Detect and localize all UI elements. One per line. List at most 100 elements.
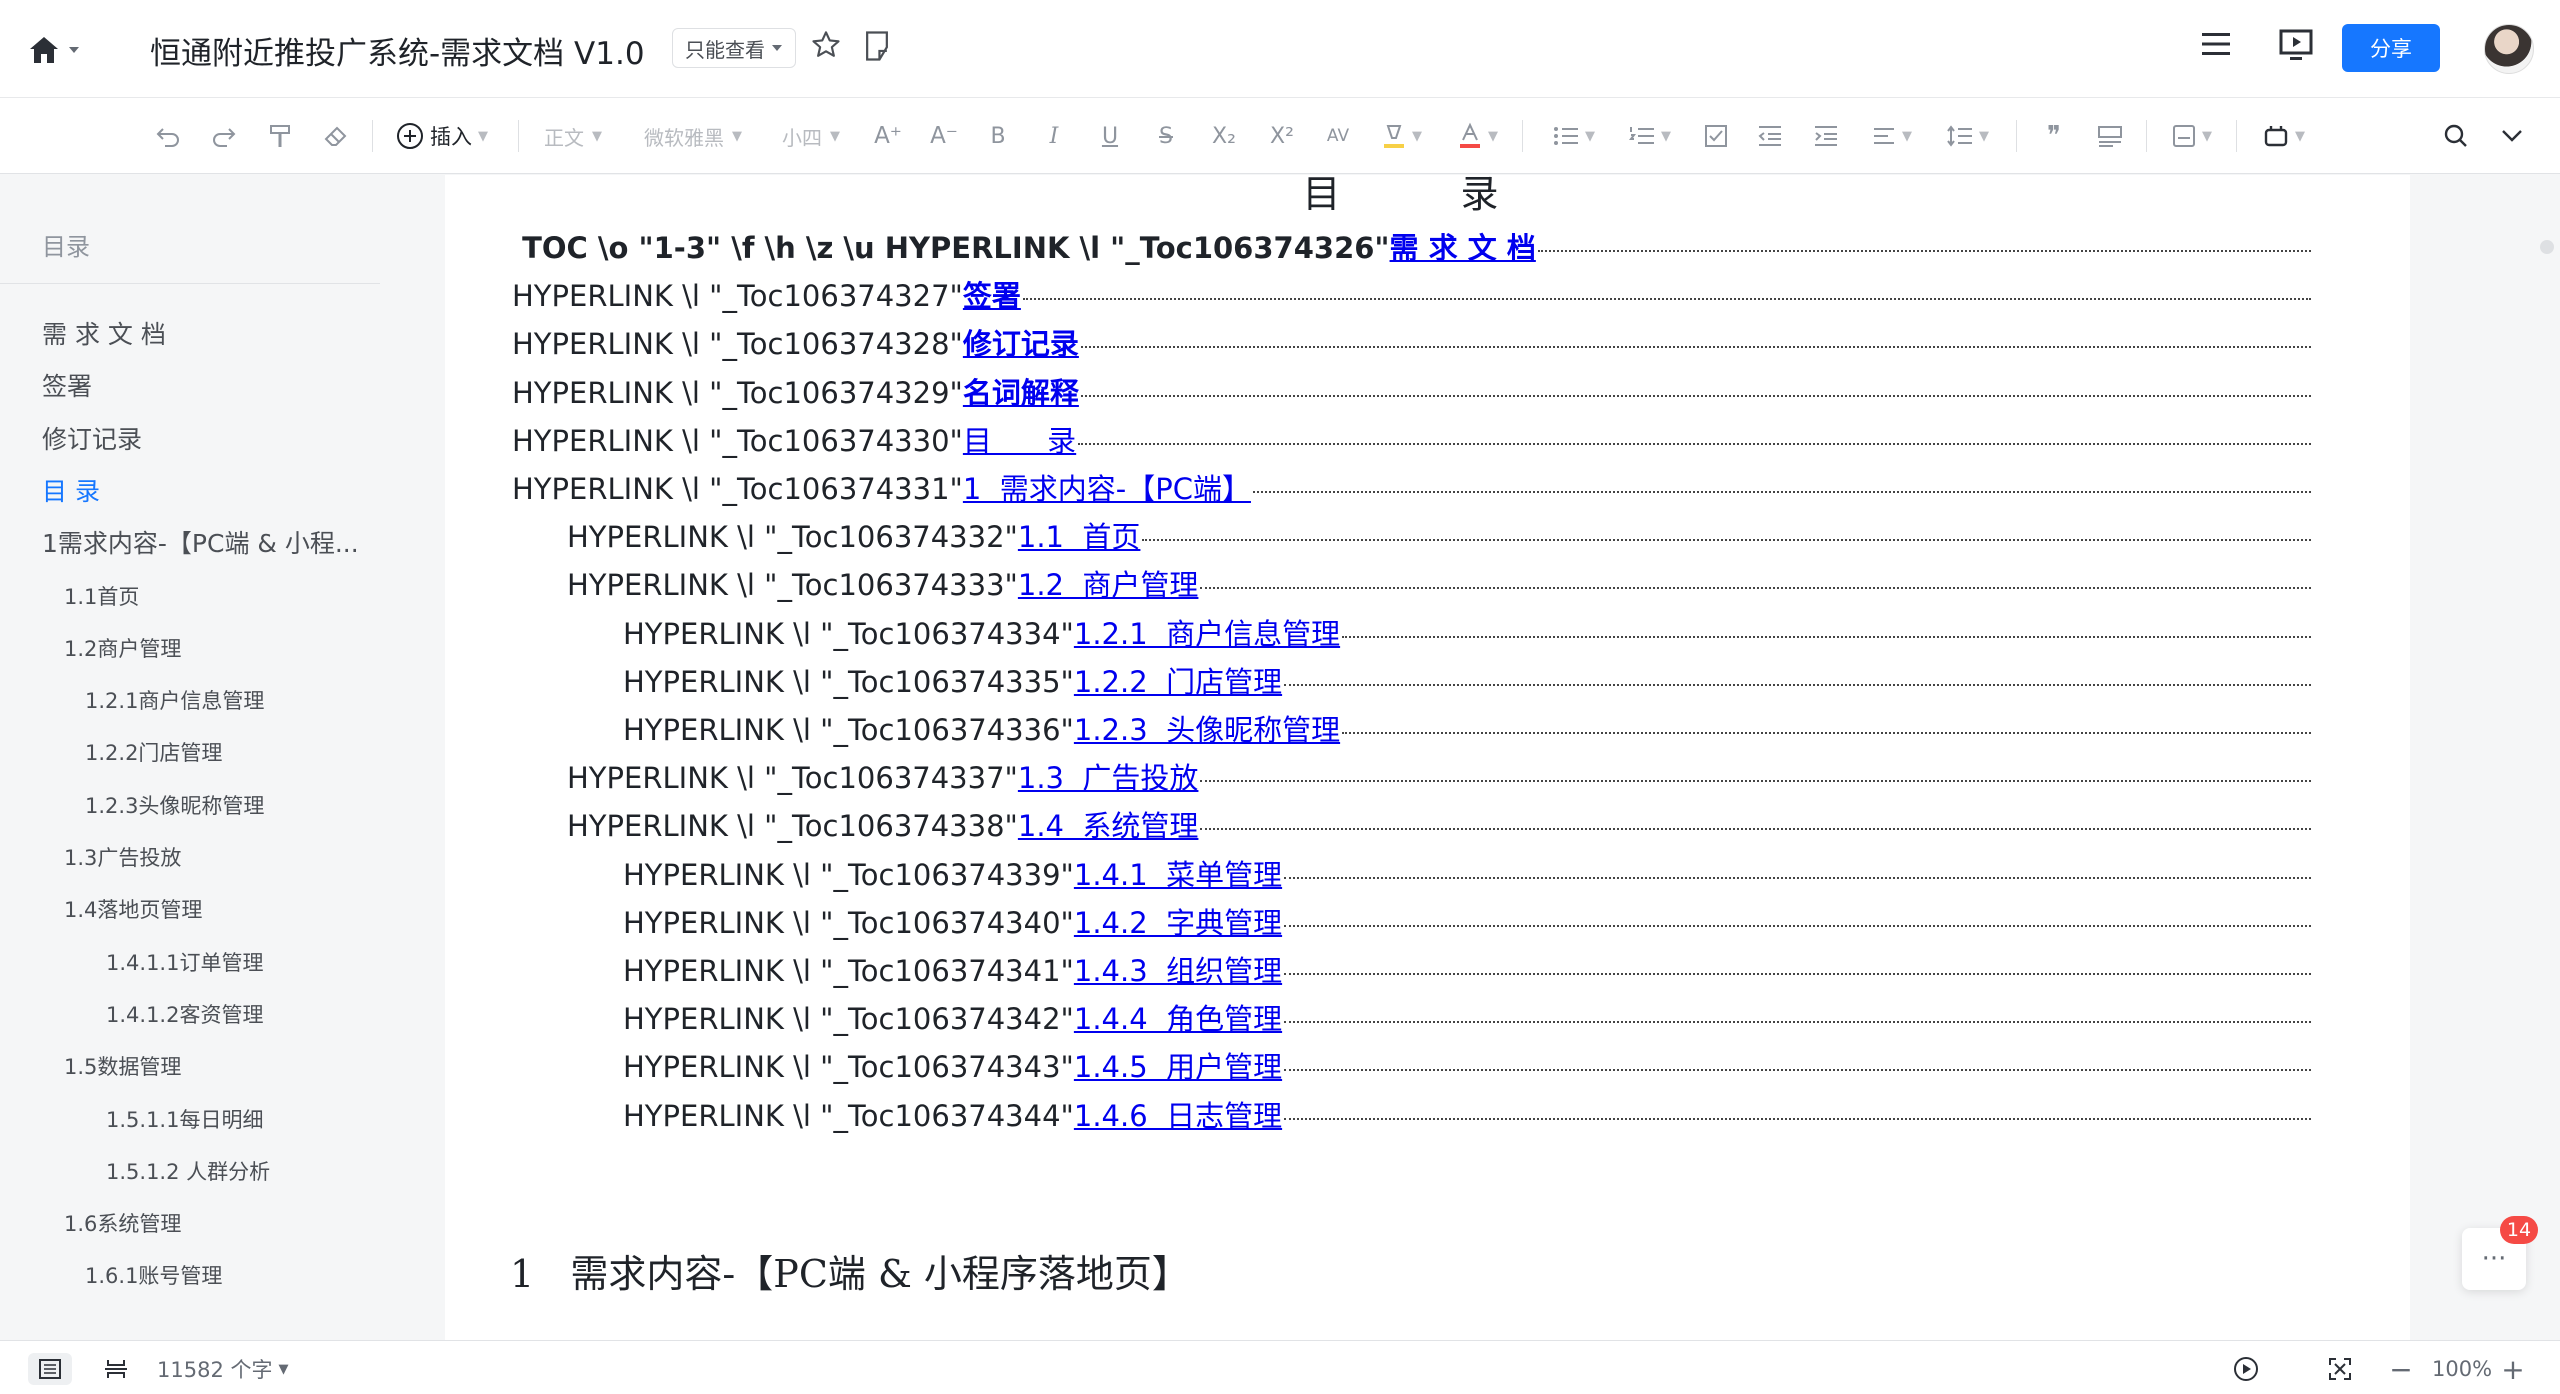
toc-link[interactable]: 1.4 系统管理 [1018,803,1199,845]
toc-entry: HYPERLINK \l "_Toc106374340" 1.4.2 字典管理 [623,900,2313,944]
outdent-icon[interactable] [1752,116,1788,156]
outline-item[interactable]: 1需求内容-【PC端 & 小程... [42,524,359,560]
home-button[interactable] [28,30,92,70]
page-setup-button[interactable]: ▼ [2164,116,2220,156]
outline-item[interactable]: 1.5.1.1每日明细 [106,1104,263,1134]
outline-item[interactable]: 1.6.1账号管理 [85,1260,222,1290]
font-family-dropdown[interactable]: 微软雅黑 ▼ [644,116,742,156]
char-spacing-icon[interactable]: AV [1318,116,1358,156]
toc-entry: HYPERLINK \l "_Toc106374337" 1.3 广告投放 [567,755,2313,799]
toc-link[interactable]: 目 录 [963,418,1076,460]
toc-link[interactable]: 1.4.4 角色管理 [1074,996,1282,1038]
document-title[interactable]: 恒通附近推投广系统-需求文档 V1.0 [150,28,645,73]
toc-link[interactable]: 1.4.6 日志管理 [1074,1093,1282,1135]
toc-link[interactable]: 需 求 文 档 [1390,225,1536,267]
bullet-list-button[interactable]: ▼ [1546,116,1602,156]
highlight-button[interactable]: ▼ [1374,116,1430,156]
field-code: HYPERLINK \l "_Toc106374327" [512,279,963,314]
checklist-icon[interactable] [1698,116,1734,156]
share-button[interactable]: 分享 [2342,24,2440,72]
play-button[interactable] [2228,1353,2264,1385]
chevron-down-icon: ▼ [1902,128,1912,144]
outline-item[interactable]: 修订记录 [42,420,142,456]
toc-link[interactable]: 1.2.1 商户信息管理 [1074,611,1340,653]
menu-button[interactable] [2200,30,2236,70]
toc-link[interactable]: 1.4.3 组织管理 [1074,948,1282,990]
scroll-indicator[interactable] [2540,240,2554,254]
format-painter-button[interactable] [262,116,298,156]
outline-item[interactable]: 签署 [42,367,92,403]
permission-dropdown[interactable]: 只能查看 [672,28,796,68]
toc-link[interactable]: 1.2.3 头像昵称管理 [1074,707,1340,749]
toc-link[interactable]: 修订记录 [963,321,1079,363]
fit-screen-button[interactable] [2322,1353,2358,1385]
outline-item[interactable]: 1.4.1.1订单管理 [106,947,263,977]
outline-item[interactable]: 需 求 文 档 [42,315,166,351]
field-code: HYPERLINK \l "_Toc106374341" [623,954,1074,988]
superscript-icon[interactable]: X² [1262,116,1302,156]
page-view-button[interactable] [96,1353,136,1385]
indent-icon[interactable] [1808,116,1844,156]
outline-toggle-button[interactable] [28,1353,72,1385]
toc-link[interactable]: 1.3 广告投放 [1018,755,1199,797]
outline-item[interactable]: 1.6系统管理 [64,1208,181,1238]
subscript-icon[interactable]: X₂ [1204,116,1244,156]
font-shrink-icon[interactable]: A⁻ [926,116,962,156]
toc-link[interactable]: 签署 [963,273,1021,315]
page-break-icon [105,1360,127,1378]
block-icon[interactable] [2092,116,2128,156]
favorite-button[interactable] [810,29,846,69]
field-code: HYPERLINK \l "_Toc106374337" [567,761,1018,796]
field-code: HYPERLINK \l "_Toc106374343" [623,1050,1074,1085]
zoom-out-button[interactable]: − [2388,1353,2414,1386]
underline-icon[interactable]: U [1092,116,1128,156]
outline-item[interactable]: 1.4落地页管理 [64,894,202,924]
font-grow-icon[interactable]: A⁺ [870,116,906,156]
plugin-button[interactable]: ▼ [2256,116,2312,156]
outline-item[interactable]: 1.3广告投放 [64,842,181,872]
outline-item[interactable]: 1.5数据管理 [64,1051,181,1081]
outline-item[interactable]: 1.2商户管理 [64,633,181,663]
paragraph-style-dropdown[interactable]: 正文 ▼ [544,116,602,156]
zoom-level[interactable]: 100% [2432,1353,2492,1385]
toc-link[interactable]: 1.4.1 菜单管理 [1074,852,1282,894]
font-size-dropdown[interactable]: 小四 ▼ [782,116,840,156]
eraser-button[interactable] [318,116,354,156]
numbered-list-button[interactable]: ▼ [1622,116,1678,156]
chevron-down-icon [772,45,782,51]
note-button[interactable] [862,30,898,70]
insert-button[interactable]: 插入 ▼ [396,116,488,156]
italic-icon[interactable]: I [1036,116,1072,156]
outline-item[interactable]: 1.2.1商户信息管理 [85,685,264,715]
quote-icon[interactable]: ❞ [2036,116,2072,156]
toc-link[interactable]: 名词解释 [963,370,1079,412]
undo-button[interactable] [150,116,186,156]
outline-item[interactable]: 1.4.1.2客资管理 [106,999,263,1029]
outline-item[interactable]: 1.1首页 [64,581,139,611]
toc-link[interactable]: 1.2.2 门店管理 [1074,659,1282,701]
toc-link[interactable]: 1.1 首页 [1018,514,1141,556]
toc-link[interactable]: 1.2 商户管理 [1018,562,1199,604]
align-button[interactable]: ▼ [1864,116,1920,156]
document-page[interactable]: 目 录 TOC \o "1-3" \f \h \z \u HYPERLINK \… [445,175,2410,1340]
presentation-button[interactable] [2278,28,2318,68]
word-count[interactable]: 11582 个字 ▼ [157,1353,288,1385]
outline-item[interactable]: 1.2.3头像昵称管理 [85,790,264,820]
font-color-button[interactable]: ▼ [1450,116,1506,156]
outline-item[interactable]: 1.5.1.2 人群分析 [106,1156,270,1186]
toc-link[interactable]: 1.4.2 字典管理 [1074,900,1282,942]
status-bar: 11582 个字 ▼ − 100% + [0,1340,2560,1394]
outline-item[interactable]: 目 录 [42,472,100,508]
toc-link[interactable]: 1 需求内容-【PC端】 [963,466,1251,508]
outline-item[interactable]: 1.2.2门店管理 [85,737,222,767]
strikethrough-icon[interactable]: S [1148,116,1184,156]
user-avatar[interactable] [2484,24,2534,74]
field-code: HYPERLINK \l "_Toc106374329" [512,375,963,410]
collapse-toolbar-button[interactable] [2494,116,2530,156]
line-spacing-button[interactable]: ▼ [1940,116,1996,156]
search-button[interactable] [2438,116,2474,156]
redo-button[interactable] [206,116,242,156]
toc-link[interactable]: 1.4.5 用户管理 [1074,1044,1282,1086]
bold-icon[interactable]: B [980,116,1016,156]
zoom-in-button[interactable]: + [2500,1353,2526,1386]
